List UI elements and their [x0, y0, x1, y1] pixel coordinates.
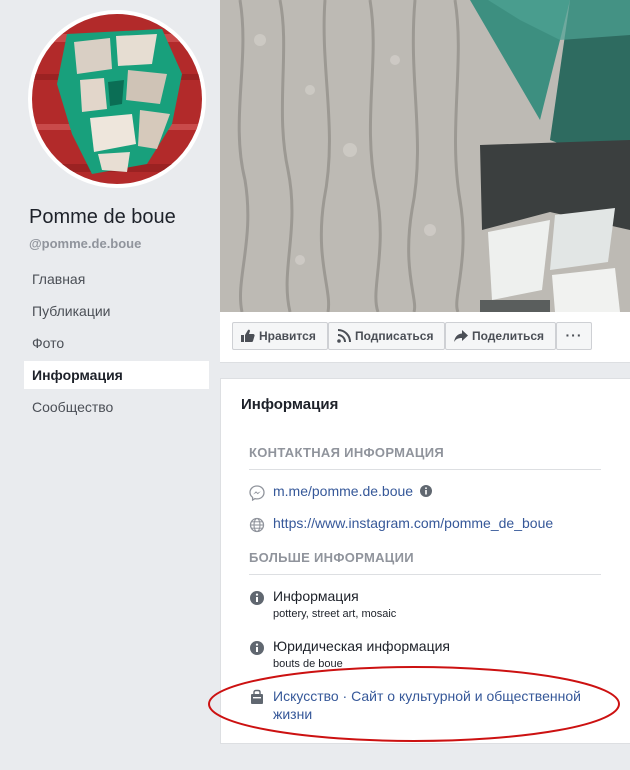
profile-picture[interactable]: [28, 10, 206, 188]
website-link[interactable]: https://www.instagram.com/pomme_de_boue: [273, 515, 553, 531]
thumbs-up-icon: [241, 329, 255, 342]
info-row: Информация pottery, street art, mosaic: [249, 588, 609, 620]
messenger-link[interactable]: m.me/pomme.de.boue: [273, 483, 413, 499]
nav-item-about[interactable]: Информация: [24, 361, 209, 389]
ellipsis-icon: ···: [565, 327, 583, 343]
cover-texture-image: [220, 0, 630, 312]
contact-info-heading: КОНТАКТНАЯ ИНФОРМАЦИЯ: [249, 445, 601, 470]
page-action-bar: Нравится Подписаться Поделиться ···: [220, 312, 630, 363]
category-row: Искусство · Сайт о культурной и обществе…: [249, 687, 609, 723]
page-name[interactable]: Pomme de boue: [29, 206, 176, 229]
more-info-heading: БОЛЬШЕ ИНФОРМАЦИИ: [249, 550, 601, 575]
nav-item-home[interactable]: Главная: [24, 265, 209, 293]
mosaic-skull-image: [32, 14, 202, 184]
about-card: Информация КОНТАКТНАЯ ИНФОРМАЦИЯ m.me/po…: [220, 378, 630, 744]
follow-button[interactable]: Подписаться: [328, 322, 445, 350]
nav-item-posts[interactable]: Публикации: [24, 297, 209, 325]
about-title: Информация: [241, 396, 339, 413]
nav-item-community[interactable]: Сообщество: [24, 393, 209, 421]
nav-item-photos[interactable]: Фото: [24, 329, 209, 357]
cover-photo[interactable]: [220, 0, 630, 312]
info-icon: [250, 641, 264, 655]
rss-icon: [337, 329, 351, 343]
share-arrow-icon: [454, 330, 468, 342]
category-link-line-1[interactable]: Искусство · Сайт о культурной и обществе…: [273, 687, 603, 705]
legal-info-value: bouts de boue: [273, 658, 343, 670]
page-handle[interactable]: @pomme.de.boue: [29, 236, 141, 251]
more-options-button[interactable]: ···: [556, 322, 592, 350]
share-button[interactable]: Поделиться: [445, 322, 556, 350]
website-row: https://www.instagram.com/pomme_de_boue: [249, 515, 609, 533]
legal-info-row: Юридическая информация bouts de boue: [249, 638, 609, 670]
page-nav: Главная Публикации Фото Информация Сообщ…: [24, 265, 209, 425]
info-value: pottery, street art, mosaic: [273, 608, 397, 620]
category-icon: [251, 689, 263, 704]
messenger-icon: [249, 485, 265, 501]
share-label: Поделиться: [472, 329, 545, 343]
info-icon: [250, 591, 264, 605]
category-link-line-2[interactable]: жизни: [273, 705, 603, 723]
like-button[interactable]: Нравится: [232, 322, 328, 350]
legal-info-label: Юридическая информация: [273, 638, 450, 654]
globe-icon: [249, 517, 265, 533]
left-column: Pomme de boue @pomme.de.boue Главная Пуб…: [0, 0, 220, 770]
info-label: Информация: [273, 588, 359, 604]
like-label: Нравится: [259, 329, 316, 343]
follow-label: Подписаться: [355, 329, 434, 343]
messenger-row: m.me/pomme.de.boue: [249, 483, 609, 501]
info-icon[interactable]: [419, 485, 432, 497]
